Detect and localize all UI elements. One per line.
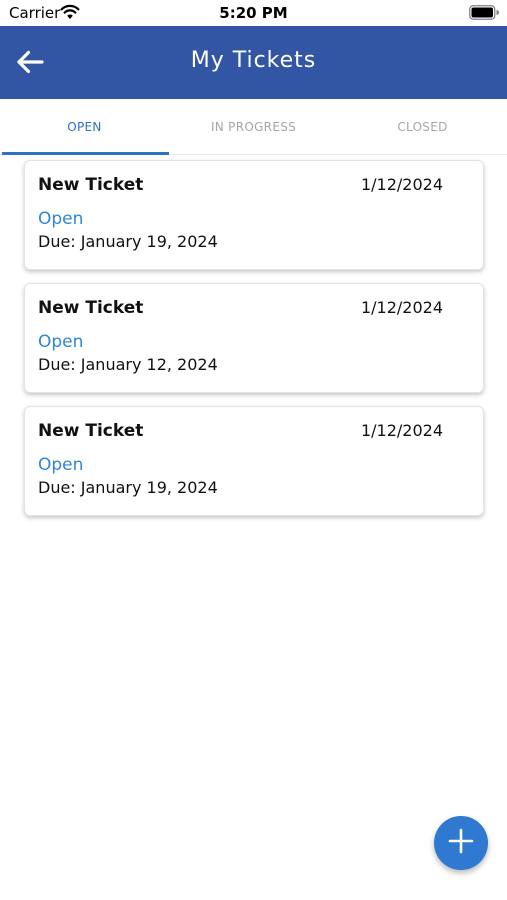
ticket-status: Open <box>38 209 84 229</box>
ticket-card[interactable]: New Ticket 1/12/2024 Open Due: January 1… <box>24 160 484 270</box>
tab-in-progress[interactable]: IN PROGRESS <box>169 99 338 154</box>
ticket-card[interactable]: New Ticket 1/12/2024 Open Due: January 1… <box>24 406 484 516</box>
plus-icon <box>448 828 474 858</box>
tab-open[interactable]: OPEN <box>0 99 169 155</box>
ticket-due-date: Due: January 19, 2024 <box>38 232 218 251</box>
app-bar: My Tickets <box>0 26 507 99</box>
status-time: 5:20 PM <box>219 4 288 22</box>
ticket-date: 1/12/2024 <box>360 421 443 440</box>
ticket-due-date: Due: January 12, 2024 <box>38 355 218 374</box>
status-bar: Carrier 5:20 PM <box>0 0 507 26</box>
ticket-date: 1/12/2024 <box>360 298 443 317</box>
ticket-title: New Ticket <box>38 175 144 195</box>
page-title: My Tickets <box>190 48 317 73</box>
ticket-status: Open <box>38 455 84 475</box>
ticket-title: New Ticket <box>38 298 144 318</box>
add-ticket-button[interactable] <box>434 816 488 870</box>
ticket-status: Open <box>38 332 84 352</box>
ticket-list: New Ticket 1/12/2024 Open Due: January 1… <box>24 160 484 529</box>
tab-closed[interactable]: CLOSED <box>338 99 507 154</box>
ticket-card[interactable]: New Ticket 1/12/2024 Open Due: January 1… <box>24 283 484 393</box>
ticket-title: New Ticket <box>38 421 144 441</box>
ticket-date: 1/12/2024 <box>360 175 443 194</box>
screen: Carrier 5:20 PM My Tickets OPEN IN PROGR… <box>0 0 507 900</box>
ticket-due-date: Due: January 19, 2024 <box>38 478 218 497</box>
battery-icon <box>469 5 499 20</box>
tab-bar: OPEN IN PROGRESS CLOSED <box>0 99 507 155</box>
